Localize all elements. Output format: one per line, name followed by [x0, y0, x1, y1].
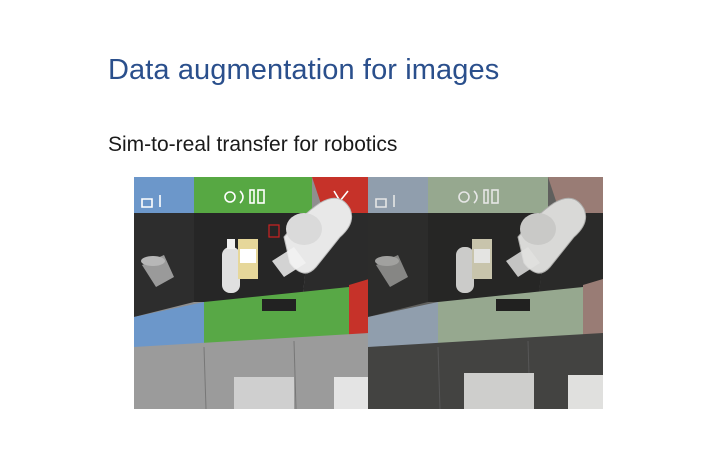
- green-bin-label: [194, 177, 312, 213]
- red-bin-front: [349, 279, 369, 337]
- slide: Data augmentation for images Sim-to-real…: [0, 0, 720, 450]
- real-image: [368, 177, 603, 409]
- slide-title: Data augmentation for images: [108, 54, 500, 86]
- slot: [262, 299, 296, 311]
- simulated-image: [134, 177, 369, 409]
- simulated-scene: [134, 177, 369, 409]
- bottle: [222, 247, 240, 293]
- real-scene: [368, 177, 603, 409]
- floor-object: [234, 377, 294, 409]
- slide-subtitle: Sim-to-real transfer for robotics: [108, 133, 398, 156]
